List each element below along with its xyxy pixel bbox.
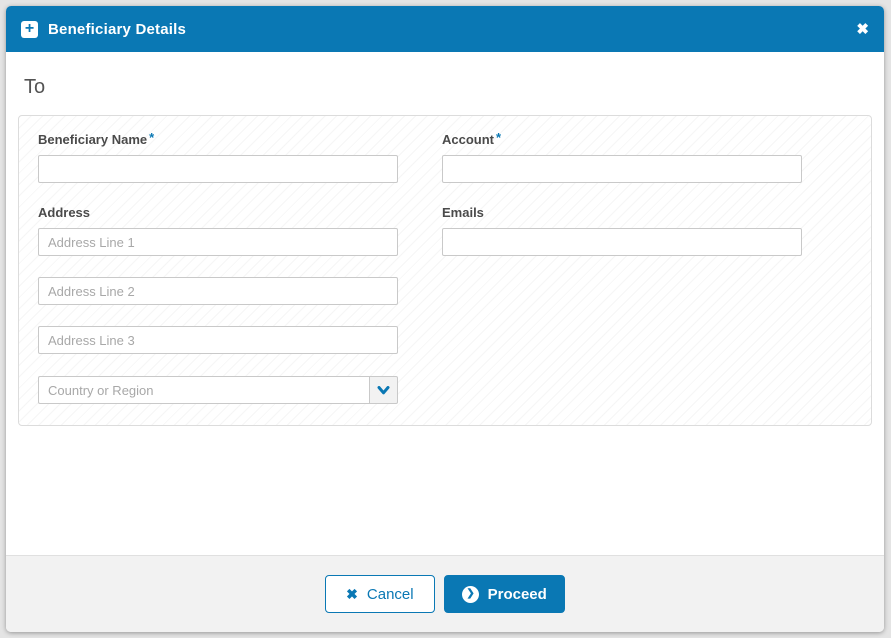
account-field: Account * [442,130,802,183]
modal-body: To Beneficiary Name * Address Address Li… [6,52,884,555]
beneficiary-name-label: Beneficiary Name * [38,130,398,147]
beneficiary-details-modal: + Beneficiary Details ✖ To Beneficiary N… [6,6,884,632]
section-heading-to: To [24,76,46,98]
country-select-value[interactable]: Country or Region [38,376,369,404]
required-marker: * [496,130,502,145]
address-line3-input[interactable] [38,326,398,354]
cancel-x-icon: ✖ [346,585,358,602]
account-input[interactable] [442,155,802,183]
plus-square-icon: + [21,20,38,38]
form-right-column: Account * Emails [442,130,802,404]
beneficiary-name-field: Beneficiary Name * [38,130,398,183]
modal-title: Beneficiary Details [48,20,187,38]
address-label: Address [38,205,91,220]
country-select-dropdown-button[interactable] [369,376,398,404]
emails-field: Emails [442,205,802,256]
proceed-button[interactable]: ❯ Proceed [443,575,565,613]
proceed-button-label: Proceed [487,585,547,603]
close-icon[interactable]: ✖ [856,22,869,37]
beneficiary-name-input[interactable] [38,155,398,183]
required-marker: * [149,130,155,145]
account-label-text: Account [442,132,494,147]
emails-input[interactable] [442,228,802,256]
form-left-column: Beneficiary Name * Address Address Line … [38,130,398,404]
country-select[interactable]: Country or Region [38,376,398,404]
modal-footer: ✖ Cancel ❯ Proceed [6,555,884,632]
cancel-button[interactable]: ✖ Cancel [325,575,435,613]
arrow-circle-right-icon: ❯ [461,585,479,603]
emails-label: Emails [442,205,484,220]
beneficiary-name-label-text: Beneficiary Name [38,132,148,147]
address-line1-input[interactable] [38,228,398,256]
modal-header: + Beneficiary Details ✖ [6,6,884,52]
country-field: Country or Region [38,376,398,404]
chevron-down-icon [377,385,390,394]
beneficiary-form-panel: Beneficiary Name * Address Address Line … [18,115,872,426]
address-field: Address [38,205,398,354]
page-background: + Beneficiary Details ✖ To Beneficiary N… [0,0,891,638]
cancel-button-label: Cancel [366,585,414,603]
account-label: Account * [442,130,802,147]
address-line2-input[interactable] [38,277,398,305]
